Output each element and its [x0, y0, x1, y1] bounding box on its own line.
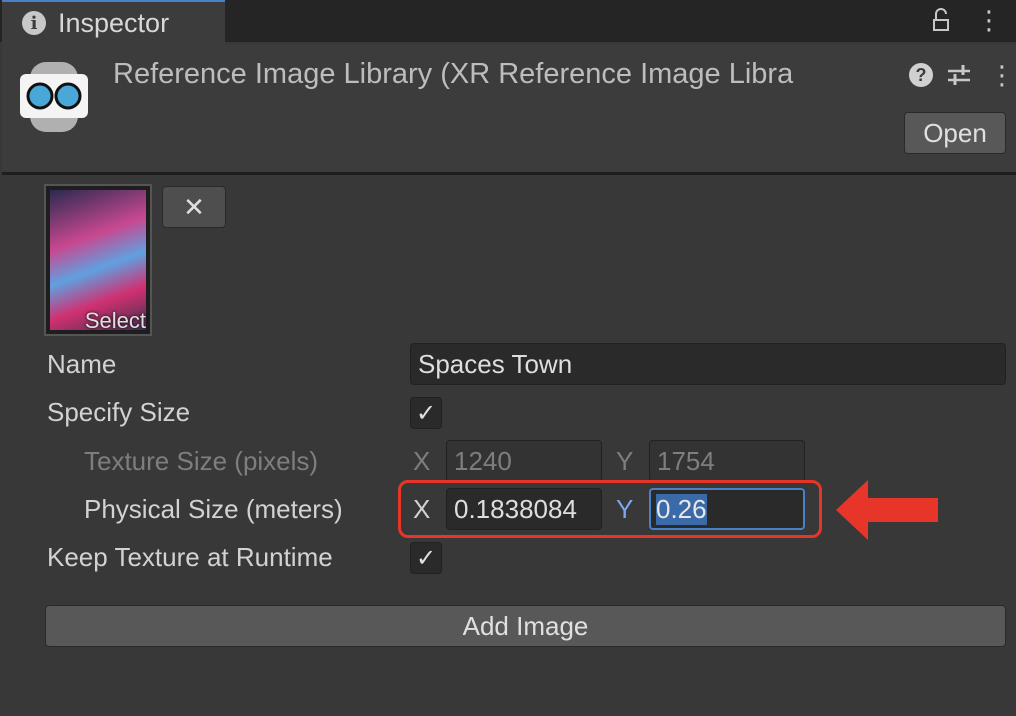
presets-icon[interactable]: [946, 62, 972, 93]
tab-menu-icon[interactable]: ⋮: [976, 6, 1002, 34]
texture-y-label: Y: [616, 446, 634, 476]
physical-y-field[interactable]: 0.26: [649, 488, 805, 530]
add-image-button[interactable]: Add Image: [45, 605, 1006, 647]
tab-inspector[interactable]: i Inspector: [2, 0, 225, 44]
name-label: Name: [47, 349, 117, 379]
lock-icon[interactable]: [932, 8, 950, 32]
asset-title: Reference Image Library (XR Reference Im…: [113, 58, 794, 90]
info-icon: i: [22, 11, 46, 35]
texture-y-field: 1754: [649, 440, 805, 482]
image-thumbnail[interactable]: Select: [44, 184, 152, 336]
specify-size-checkbox[interactable]: ✓: [410, 397, 442, 429]
component-menu-icon[interactable]: ⋮: [989, 60, 1015, 91]
xr-library-icon: [18, 62, 90, 137]
open-button[interactable]: Open: [904, 112, 1006, 154]
texture-x-label: X: [413, 446, 431, 476]
keep-texture-label: Keep Texture at Runtime: [47, 542, 333, 572]
texture-x-field: 1240: [446, 440, 602, 482]
texture-size-label: Texture Size (pixels): [84, 446, 319, 476]
tab-label: Inspector: [58, 7, 170, 38]
physical-x-label[interactable]: X: [413, 494, 430, 525]
selected-text: 0.26: [656, 493, 707, 525]
physical-size-label: Physical Size (meters): [84, 494, 343, 524]
physical-y-label[interactable]: Y: [616, 494, 633, 525]
remove-image-button[interactable]: ✕: [162, 186, 226, 228]
physical-x-field[interactable]: 0.1838084: [446, 488, 602, 530]
help-icon[interactable]: ?: [909, 63, 933, 87]
select-label[interactable]: Select: [85, 308, 146, 334]
red-arrow-icon: [836, 480, 940, 545]
specify-size-label: Specify Size: [47, 397, 191, 427]
keep-texture-checkbox[interactable]: ✓: [410, 542, 442, 574]
name-input[interactable]: Spaces Town: [410, 343, 1006, 385]
